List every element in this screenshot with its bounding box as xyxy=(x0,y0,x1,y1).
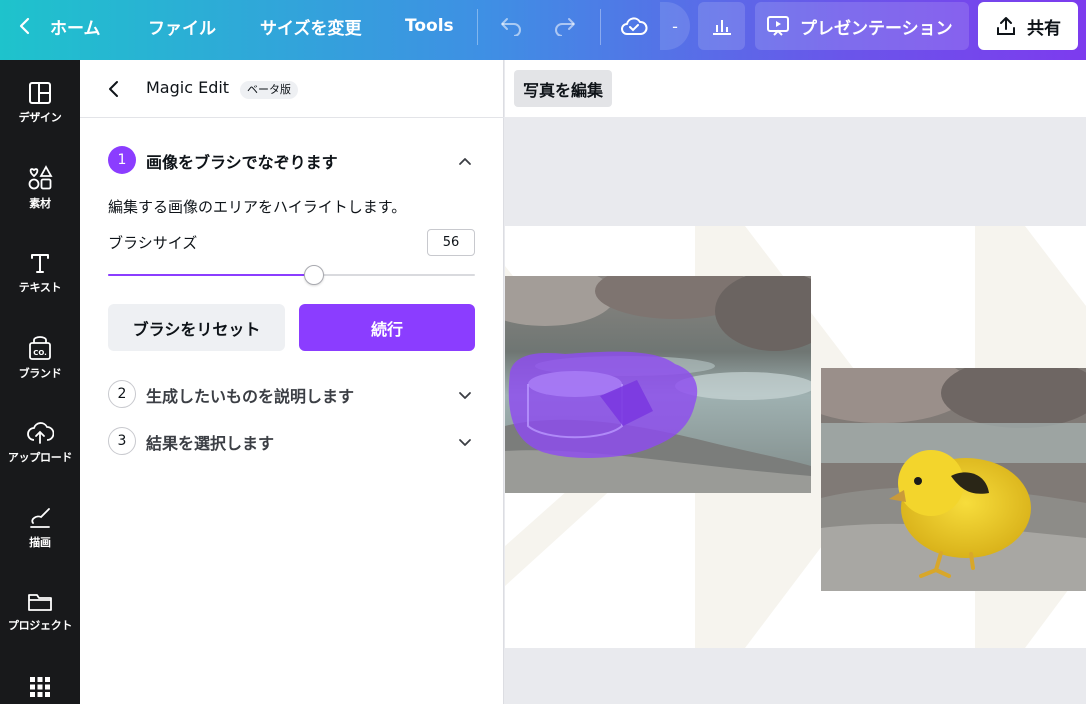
present-icon xyxy=(767,16,789,36)
insights-button[interactable] xyxy=(698,2,745,50)
rail-label: ブランド xyxy=(18,367,62,380)
step-2-title[interactable]: 生成したいものを説明します xyxy=(146,383,354,407)
design-page[interactable] xyxy=(505,226,1086,648)
step-description: 編集する画像のエリアをハイライトします。 xyxy=(108,198,407,216)
rail-label: デザイン xyxy=(18,111,62,124)
chick-image xyxy=(821,368,1086,591)
rail-item-elements[interactable]: 素材 xyxy=(0,164,80,234)
step-3-title[interactable]: 結果を選択します xyxy=(146,430,274,454)
apps-button[interactable] xyxy=(0,676,80,704)
rail-item-upload[interactable]: アップロード xyxy=(0,420,80,490)
divider xyxy=(477,9,478,45)
share-button[interactable]: 共有 xyxy=(978,2,1078,50)
rail-label: プロジェクト xyxy=(7,619,73,632)
chevron-left-icon xyxy=(19,17,30,35)
share-label: 共有 xyxy=(1027,18,1061,39)
grid-icon xyxy=(30,677,50,697)
reset-brush-button[interactable]: ブラシをリセット xyxy=(108,304,285,351)
step-1-title[interactable]: 画像をブラシでなぞります xyxy=(146,149,338,173)
panel-header: Magic Edit ベータ版 xyxy=(80,60,504,118)
layout-icon xyxy=(29,82,51,104)
upload-icon xyxy=(27,422,54,444)
chevron-down-icon[interactable] xyxy=(457,434,473,450)
continue-button[interactable]: 続行 xyxy=(299,304,475,351)
canvas-area: 写真を編集 xyxy=(505,60,1086,704)
elements-icon xyxy=(28,165,53,190)
chick-photo[interactable] xyxy=(821,368,1086,591)
tools-menu[interactable]: Tools xyxy=(405,0,454,52)
home-label: ホーム xyxy=(50,18,101,39)
bar-chart-icon xyxy=(712,20,731,35)
back-button[interactable] xyxy=(102,77,126,101)
brand-icon: CO. xyxy=(29,336,51,360)
rail-label: アップロード xyxy=(7,451,73,464)
text-icon xyxy=(31,254,49,273)
chevron-left-icon xyxy=(109,81,118,97)
brush-size-input[interactable]: 56 xyxy=(427,229,475,256)
top-bar: ホーム ファイル サイズを変更 Tools - プレゼンテーション 共有 xyxy=(0,0,1086,60)
resize-menu[interactable]: サイズを変更 xyxy=(260,0,362,52)
rail-item-design[interactable]: デザイン xyxy=(0,80,80,150)
rail-label: テキスト xyxy=(18,281,62,294)
redo-icon[interactable] xyxy=(551,12,579,40)
left-rail: デザイン 素材 テキスト CO. ブランド アップロード 描画 プロジェクト xyxy=(0,60,80,704)
step-1-number: 1 xyxy=(108,146,136,174)
file-menu[interactable]: ファイル xyxy=(148,0,216,52)
present-label: プレゼンテーション xyxy=(800,18,953,39)
edit-photo-button[interactable]: 写真を編集 xyxy=(514,70,613,107)
rail-item-draw[interactable]: 描画 xyxy=(0,505,80,575)
svg-text:CO.: CO. xyxy=(33,349,47,357)
step-2-number: 2 xyxy=(108,380,136,408)
onsen-bucket-photo[interactable] xyxy=(505,276,811,493)
brush-size-slider[interactable] xyxy=(108,265,475,285)
onsen-image xyxy=(505,276,811,493)
slider-fill xyxy=(108,274,314,276)
home-button[interactable]: ホーム xyxy=(18,0,101,52)
upload-share-icon xyxy=(997,17,1015,35)
chevron-up-icon[interactable] xyxy=(457,153,473,169)
brush-size-label: ブラシサイズ xyxy=(108,234,198,252)
panel-title: Magic Edit xyxy=(146,78,230,97)
folder-icon xyxy=(28,594,52,611)
rail-item-text[interactable]: テキスト xyxy=(0,250,80,320)
present-button[interactable]: プレゼンテーション xyxy=(755,2,969,50)
beta-badge: ベータ版 xyxy=(240,81,298,99)
more-indicator[interactable]: - xyxy=(660,2,690,50)
undo-icon[interactable] xyxy=(497,12,525,40)
cloud-saved-icon[interactable] xyxy=(618,10,650,42)
context-toolbar: 写真を編集 xyxy=(505,60,1086,117)
rail-label: 素材 xyxy=(29,197,51,210)
draw-icon xyxy=(30,508,50,528)
rail-item-brand[interactable]: CO. ブランド xyxy=(0,334,80,404)
magic-edit-panel: Magic Edit ベータ版 1 画像をブラシでなぞります 編集する画像のエリ… xyxy=(80,60,504,704)
rail-item-projects[interactable]: プロジェクト xyxy=(0,590,80,660)
slider-thumb[interactable] xyxy=(304,265,324,285)
divider xyxy=(600,9,601,45)
rail-label: 描画 xyxy=(29,536,51,549)
step-3-number: 3 xyxy=(108,427,136,455)
chevron-down-icon[interactable] xyxy=(457,387,473,403)
